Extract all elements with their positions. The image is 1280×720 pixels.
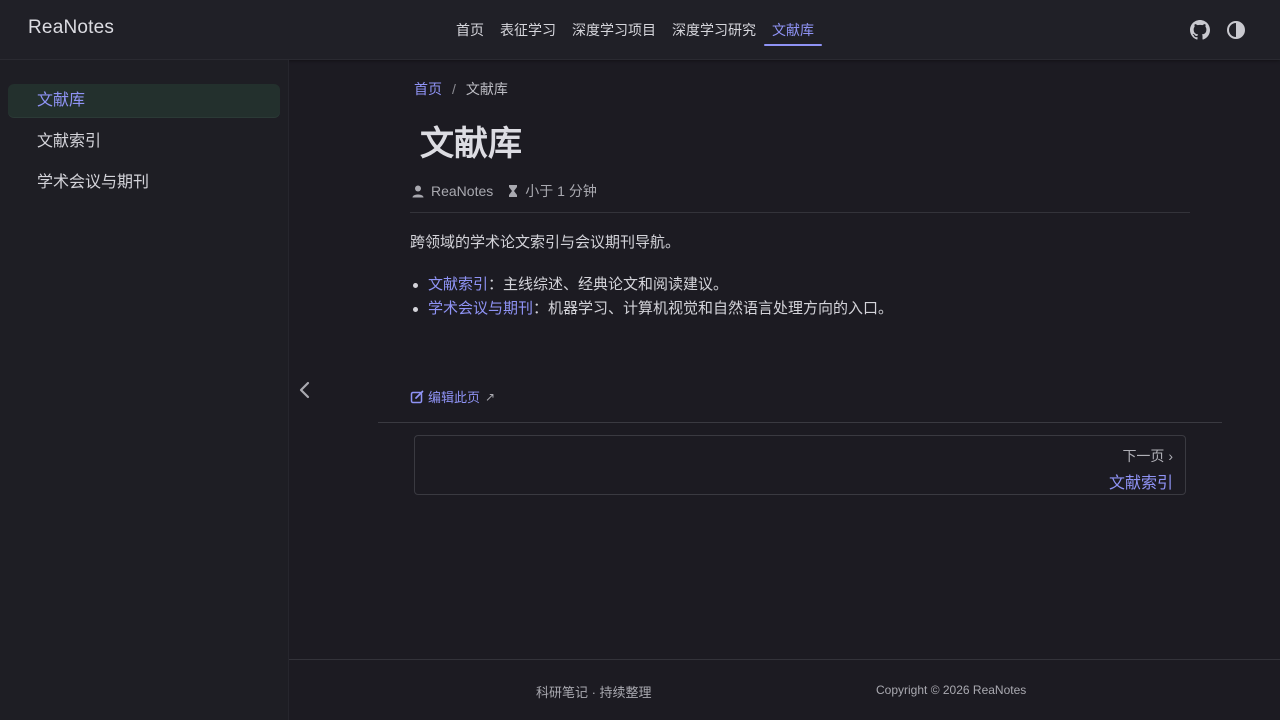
page-author: ReaNotes [431, 183, 494, 199]
list-bullet [413, 282, 418, 288]
list-bullet [413, 306, 418, 312]
next-page-card[interactable]: 下一页 › 文献索引 [414, 435, 1186, 495]
page-title: 文献库 [420, 125, 522, 163]
external-link-icon: ↗ [485, 389, 496, 404]
hourglass-icon [509, 185, 518, 197]
breadcrumb-home[interactable]: 首页 [414, 81, 442, 97]
breadcrumb-separator: / [452, 81, 456, 97]
next-page-title: 文献索引 [1108, 475, 1173, 492]
list-item-text: ：机器学习、计算机视觉和自然语言处理方向的入口。 [533, 300, 894, 317]
nav-item-representation-learning[interactable]: 表征学习 [492, 0, 564, 60]
footer-tagline: 科研笔记 · 持续整理 [536, 685, 652, 700]
author-icon [412, 185, 424, 198]
list-link-conferences-journals[interactable]: 学术会议与期刊 [428, 299, 533, 319]
content-divider [378, 422, 1222, 423]
edit-page-link[interactable]: 编辑此页 ↗ [410, 387, 495, 406]
list-item: 文献索引 ：主线综述、经典论文和阅读建议。 [410, 273, 893, 297]
list-item: 学术会议与期刊 ：机器学习、计算机视觉和自然语言处理方向的入口。 [410, 297, 893, 321]
page-intro: 跨领域的学术论文索引与会议期刊导航。 [410, 234, 681, 251]
next-page-label: 下一页 › [1122, 448, 1173, 464]
meta-divider [410, 212, 1190, 213]
breadcrumb-current: 文献库 [465, 81, 508, 97]
footer-copyright: Copyright © 2026 ReaNotes [876, 683, 1027, 697]
nav-item-home[interactable]: 首页 [448, 0, 492, 60]
nav-item-library[interactable]: 文献库 [764, 0, 822, 60]
list-item-text: ：主线综述、经典论文和阅读建议。 [488, 276, 729, 293]
main-nav: 首页 表征学习 深度学习项目 深度学习研究 文献库 [448, 0, 822, 60]
page-meta: ReaNotes 小于 1 分钟 [411, 181, 597, 201]
reading-time: 小于 1 分钟 [525, 183, 597, 199]
nav-item-dl-research[interactable]: 深度学习研究 [664, 0, 764, 60]
sidebar-collapse-chevron-left-icon[interactable] [296, 380, 314, 400]
github-icon[interactable] [1190, 20, 1210, 40]
theme-toggle-icon[interactable] [1226, 20, 1246, 40]
content-list: 文献索引 ：主线综述、经典论文和阅读建议。 学术会议与期刊 ：机器学习、计算机视… [410, 273, 893, 321]
footer: 科研笔记 · 持续整理 Copyright © 2026 ReaNotes [289, 659, 1280, 720]
site-brand[interactable]: ReaNotes [28, 17, 114, 39]
edit-page-label: 编辑此页 [428, 390, 481, 405]
sidebar: 文献库 文献索引 学术会议与期刊 [0, 60, 289, 720]
edit-icon [410, 390, 424, 403]
list-link-paper-index[interactable]: 文献索引 [428, 275, 488, 295]
nav-item-dl-projects[interactable]: 深度学习项目 [564, 0, 664, 60]
sidebar-item-conferences-journals[interactable]: 学术会议与期刊 [8, 166, 280, 199]
breadcrumb: 首页 / 文献库 [414, 79, 508, 99]
sidebar-item-library[interactable]: 文献库 [8, 84, 280, 117]
sidebar-item-paper-index[interactable]: 文献索引 [8, 125, 280, 158]
top-navbar: ReaNotes 首页 表征学习 深度学习项目 深度学习研究 文献库 [0, 0, 1280, 60]
